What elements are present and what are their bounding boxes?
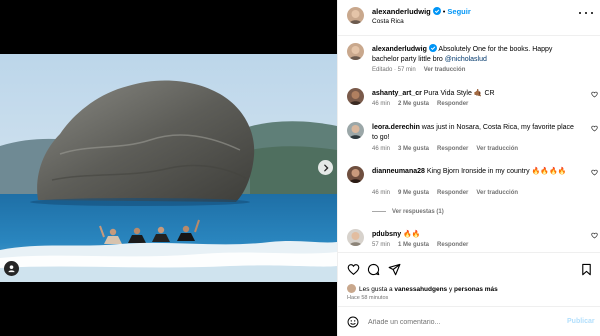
follow-button[interactable]: Seguir	[447, 7, 470, 16]
comment-likes[interactable]: 9 Me gusta	[398, 190, 429, 196]
comment-username[interactable]: ashanty_art_cr	[372, 90, 422, 97]
replies-divider	[372, 210, 386, 212]
comment-emoji: 🤙🏾 CR	[473, 90, 495, 97]
heart-icon[interactable]	[591, 232, 598, 239]
caption-translate-link[interactable]: Ver traducción	[424, 67, 466, 73]
likes-others[interactable]: personas más	[454, 286, 498, 293]
comment-body: King Bjorn Ironside in my country	[424, 168, 532, 175]
likes-user[interactable]: vanessahudgens	[394, 286, 447, 293]
comment-time: 46 min	[372, 101, 391, 107]
instagram-post-view: alexanderludwig • Seguir Costa Rica alexan…	[0, 0, 600, 336]
comment-username[interactable]: pdubsny	[372, 231, 401, 238]
publish-button[interactable]: Publicar	[567, 318, 595, 325]
posted-time: Hace 58 minutos	[347, 295, 389, 301]
comment-reply-button[interactable]: Responder	[437, 190, 468, 196]
comment-avatar[interactable]	[347, 88, 364, 105]
emoji-icon[interactable]	[347, 316, 359, 328]
comment-likes[interactable]: 2 Me gusta	[398, 101, 429, 107]
caption-edited-time: Editado · 57 min	[372, 67, 416, 73]
comment-reply-button[interactable]: Responder	[437, 146, 468, 152]
add-comment-bar: Publicar	[338, 306, 600, 336]
heart-icon[interactable]	[591, 169, 598, 176]
likes-prefix: Les gusta a	[359, 286, 395, 293]
next-photo-button[interactable]	[318, 160, 333, 175]
bookmark-icon[interactable]	[580, 263, 593, 276]
heart-icon[interactable]	[347, 263, 360, 276]
post-side-panel: alexanderludwig • Seguir Costa Rica alexan…	[337, 0, 600, 336]
post-media	[0, 0, 337, 336]
author-avatar[interactable]	[347, 7, 364, 24]
comment-translate-link[interactable]: Ver traducción	[476, 146, 518, 152]
comment-time: 46 min	[372, 146, 391, 152]
post-actions: Les gusta a vanessahudgens y personas má…	[338, 252, 600, 304]
more-options-icon[interactable]	[579, 8, 593, 18]
verified-badge-icon	[428, 44, 437, 52]
comment-meta: 46 min 2 Me gusta Responder	[372, 101, 476, 107]
author-username[interactable]: alexanderludwig	[372, 7, 431, 16]
comment-likes[interactable]: 3 Me gusta	[398, 146, 429, 152]
caption-text: alexanderludwig Absolutely One for the b…	[372, 44, 578, 64]
chevron-right-icon	[323, 164, 329, 171]
user-tag-icon	[8, 265, 15, 273]
comment-emoji: 🔥🔥	[403, 231, 421, 238]
heart-icon[interactable]	[591, 125, 598, 132]
post-location[interactable]: Costa Rica	[372, 18, 404, 25]
likes-summary[interactable]: Les gusta a vanessahudgens y personas má…	[347, 284, 498, 293]
view-replies-button[interactable]: Ver respuestas (1)	[372, 209, 444, 215]
caption-avatar[interactable]	[347, 43, 364, 60]
caption-meta: Editado · 57 min Ver traducción	[372, 67, 473, 73]
comment-username[interactable]: dianneumana28	[372, 168, 425, 175]
comment-text: leora.derechin was just in Nosara, Costa…	[372, 123, 578, 142]
comments-list: alexanderludwig Absolutely One for the b…	[338, 36, 600, 252]
post-header: alexanderludwig • Seguir Costa Rica	[338, 0, 600, 36]
comment-reply-button[interactable]: Responder	[437, 242, 468, 248]
comment-reply-button[interactable]: Responder	[437, 101, 468, 107]
comment-time: 46 min	[372, 190, 391, 196]
separator-dot: •	[442, 7, 446, 16]
comment-emoji: 🔥🔥🔥🔥	[531, 168, 567, 175]
comment-body: Pura Vida Style	[421, 90, 472, 97]
liker-avatar	[347, 284, 356, 293]
add-comment-input[interactable]	[368, 315, 558, 329]
comment-likes[interactable]: 1 Me gusta	[398, 242, 429, 248]
view-replies-label: Ver respuestas (1)	[392, 209, 444, 215]
comment-translate-link[interactable]: Ver traducción	[476, 190, 518, 196]
comment-meta: 57 min 1 Me gusta Responder	[372, 242, 476, 248]
comment-meta: 46 min 3 Me gusta Responder Ver traducción	[372, 146, 526, 152]
caption-mention[interactable]: @nicholaslud	[445, 56, 487, 63]
heart-icon[interactable]	[591, 91, 598, 98]
comment-username[interactable]: leora.derechin	[372, 124, 420, 131]
comment-text: pdubsny 🔥🔥	[372, 230, 578, 240]
comment-avatar[interactable]	[347, 122, 364, 139]
comment-avatar[interactable]	[347, 166, 364, 183]
post-photo[interactable]	[0, 54, 337, 282]
comment-text: ashanty_art_cr Pura Vida Style 🤙🏾 CR	[372, 89, 578, 99]
share-icon[interactable]	[388, 263, 401, 276]
comment-avatar[interactable]	[347, 229, 364, 246]
author-line: alexanderludwig • Seguir	[372, 7, 471, 16]
verified-badge-icon	[432, 7, 441, 15]
user-tags-button[interactable]	[4, 261, 19, 276]
comment-icon[interactable]	[367, 263, 380, 276]
comment-meta: 46 min 9 Me gusta Responder Ver traducción	[372, 190, 526, 196]
comment-time: 57 min	[372, 242, 391, 248]
caption-username[interactable]: alexanderludwig	[372, 46, 427, 53]
comment-text: dianneumana28 King Bjorn Ironside in my …	[372, 167, 578, 177]
